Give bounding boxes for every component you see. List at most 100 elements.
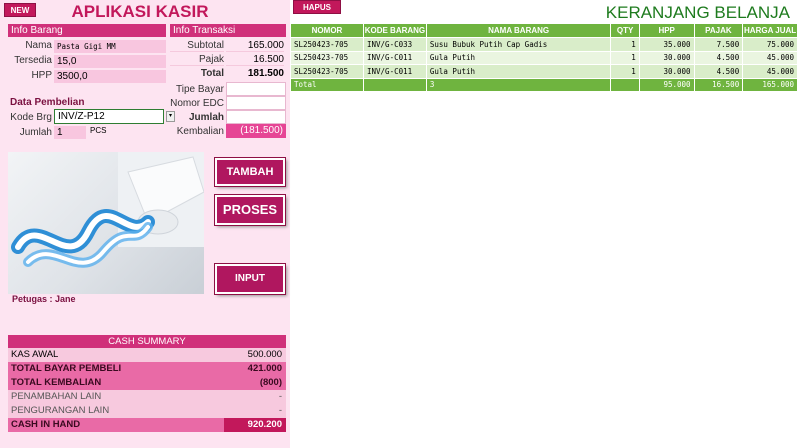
chevron-down-icon[interactable]: ▾ [166, 111, 175, 122]
cell-kode: INV/G-C033 [363, 37, 427, 52]
cell-qty: 1 [610, 50, 640, 65]
nama-label: Nama [25, 40, 52, 51]
jumlah-bayar-label: Jumlah [188, 112, 224, 123]
hapus-button[interactable]: HAPUS [293, 0, 341, 14]
total-value: 181.500 [247, 68, 284, 79]
petugas-label: Petugas : [12, 294, 53, 304]
cell-qty: 1 [610, 37, 640, 52]
cash-row-value: (800) [259, 377, 282, 388]
total-harga: 165.000 [742, 77, 798, 92]
info-transaksi-header: Info Transaksi [170, 24, 286, 37]
cash-row-penambahan: PENAMBAHAN LAIN - [8, 390, 286, 404]
kembalian-value: (181.500) [226, 124, 286, 138]
cell-nama: Gula Putih [425, 64, 612, 79]
total-qty [610, 77, 640, 92]
col-pajak: PAJAK [693, 23, 744, 38]
cell-nomor: SL250423-705 [290, 50, 364, 65]
cash-row-total-kembalian: TOTAL KEMBALIAN (800) [8, 376, 286, 390]
cell-kode: INV/G-C011 [363, 64, 427, 79]
cell-kode: INV/G-C011 [363, 50, 427, 65]
cash-row-cash-in-hand: CASH IN HAND 920.200 [8, 418, 286, 432]
total-count: 3 [425, 77, 612, 92]
nomor-edc-label: Nomor EDC [170, 98, 224, 109]
tipe-bayar-input[interactable] [226, 82, 286, 96]
total-kode [363, 77, 427, 92]
cash-row-pengurangan: PENGURANGAN LAIN - [8, 404, 286, 418]
cash-summary: CASH SUMMARY KAS AWAL 500.000 TOTAL BAYA… [8, 335, 286, 432]
col-qty: QTY [610, 23, 640, 38]
cell-hpp: 30.000 [638, 50, 695, 65]
cell-nomor: SL250423-705 [290, 37, 364, 52]
info-barang-header: Info Barang [8, 24, 166, 37]
cash-row-value: - [278, 391, 282, 402]
proses-button[interactable]: PROSES [215, 195, 285, 225]
col-hpp: HPP [638, 23, 695, 38]
hpp-label: HPP [31, 70, 52, 81]
cell-qty: 1 [610, 64, 640, 79]
total-hpp: 95.000 [638, 77, 695, 92]
petugas-name: Jane [55, 294, 76, 304]
table-row[interactable]: SL250423-705 INV/G-C011 Gula Putih 1 30.… [290, 50, 798, 65]
cell-nama: Gula Putih [425, 50, 612, 65]
tipe-bayar-label: Tipe Bayar [176, 84, 224, 95]
cell-pajak: 7.500 [693, 37, 744, 52]
jumlah-label: Jumlah [19, 127, 52, 138]
cash-row-label: CASH IN HAND [11, 419, 81, 430]
tersedia-label: Tersedia [14, 55, 52, 66]
nomor-edc-input[interactable] [226, 96, 286, 110]
cell-pajak: 4.500 [693, 50, 744, 65]
input-button[interactable]: INPUT [215, 264, 285, 294]
data-pembelian-header: Data Pembelian [10, 97, 85, 108]
col-kode-barang: KODE BARANG [363, 23, 427, 38]
col-nomor: NOMOR [290, 23, 364, 38]
cash-row-kas-awal: KAS AWAL 500.000 [8, 348, 286, 362]
nama-value: Pasta Gigi MM [54, 40, 166, 53]
cash-row-label: PENAMBAHAN LAIN [11, 391, 102, 402]
cash-row-value: 920.200 [224, 418, 286, 432]
total-label: Total [200, 68, 224, 79]
jumlah-bayar-input[interactable] [226, 110, 286, 124]
pajak-label: Pajak [170, 54, 224, 66]
cart-header-row: NOMOR KODE BARANG NAMA BARANG QTY HPP PA… [290, 23, 798, 38]
toothpaste-photo [8, 152, 204, 294]
cash-row-label: KAS AWAL [11, 349, 59, 360]
hpp-value: 3500,0 [54, 70, 166, 83]
cell-harga: 45.000 [742, 50, 798, 65]
cash-row-value: 421.000 [247, 363, 282, 374]
tambah-button[interactable]: TAMBAH [215, 158, 285, 186]
cell-harga: 45.000 [742, 64, 798, 79]
col-harga-jual: HARGA JUAL [742, 23, 798, 38]
cart-table: NOMOR KODE BARANG NAMA BARANG QTY HPP PA… [290, 23, 798, 92]
cell-nomor: SL250423-705 [290, 64, 364, 79]
cart-total-row: Total 3 95.000 16.500 165.000 [290, 77, 798, 92]
cash-row-value: - [278, 405, 282, 416]
cash-row-label: PENGURANGAN LAIN [11, 405, 110, 416]
cell-hpp: 30.000 [638, 64, 695, 79]
app-title: APLIKASI KASIR [71, 2, 209, 21]
total-label: Total [290, 77, 364, 92]
total-pajak: 16.500 [693, 77, 744, 92]
col-nama-barang: NAMA BARANG [425, 23, 612, 38]
cell-nama: Susu Bubuk Putih Cap Gadis [425, 37, 612, 52]
pajak-value: 16.500 [226, 54, 284, 66]
cart-title: KERANJANG BELANJA [605, 3, 790, 22]
unit-label: PCS [90, 126, 107, 135]
cash-row-label: TOTAL KEMBALIAN [11, 377, 102, 388]
petugas-row: Petugas : Jane [12, 294, 76, 304]
table-row[interactable]: SL250423-705 INV/G-C011 Gula Putih 1 30.… [290, 64, 798, 79]
jumlah-input[interactable]: 1 [54, 126, 86, 139]
cell-hpp: 35.000 [638, 37, 695, 52]
subtotal-label: Subtotal [170, 40, 224, 52]
new-button[interactable]: NEW [4, 3, 36, 17]
cash-row-total-bayar: TOTAL BAYAR PEMBELI 421.000 [8, 362, 286, 376]
cell-pajak: 4.500 [693, 64, 744, 79]
cash-row-label: TOTAL BAYAR PEMBELI [11, 363, 122, 374]
kode-brg-label: Kode Brg [10, 112, 52, 123]
tersedia-value: 15,0 [54, 55, 166, 68]
kode-brg-input[interactable]: INV/Z-P12 [54, 109, 164, 124]
table-row[interactable]: SL250423-705 INV/G-C033 Susu Bubuk Putih… [290, 37, 798, 52]
cell-harga: 75.000 [742, 37, 798, 52]
cash-summary-header: CASH SUMMARY [8, 335, 286, 348]
cash-row-value: 500.000 [247, 349, 282, 360]
subtotal-value: 165.000 [226, 40, 284, 52]
